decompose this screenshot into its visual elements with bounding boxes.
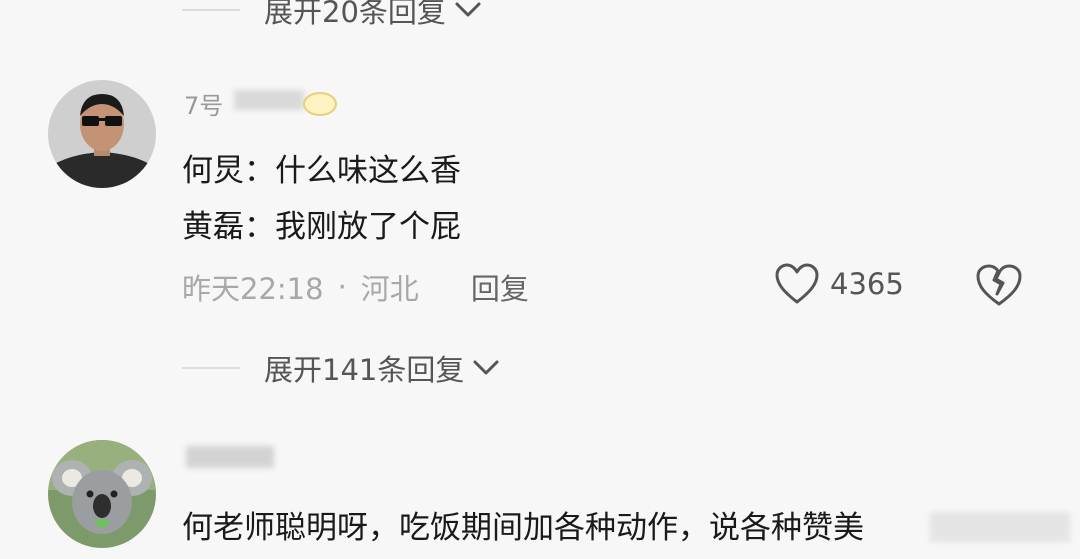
- like-button[interactable]: 4365: [774, 262, 904, 306]
- username-redaction: [234, 90, 304, 110]
- chevron-down-icon: [473, 360, 499, 375]
- comment-text: 何老师聪明呀，吃饭期间加各种动作，说各种赞美: [182, 510, 864, 546]
- meta-separator: ·: [337, 270, 347, 304]
- expand-replies-label: 展开20条回复: [264, 0, 446, 29]
- expand-replies-label: 展开141条回复: [264, 353, 465, 387]
- username-redaction: [186, 446, 274, 468]
- expand-replies-top[interactable]: 展开20条回复: [182, 0, 482, 30]
- divider: [182, 367, 240, 369]
- broken-heart-icon[interactable]: [974, 262, 1024, 308]
- comment-time: 昨天22:18: [182, 272, 324, 306]
- divider: [182, 9, 240, 11]
- avatar[interactable]: [48, 80, 156, 188]
- expand-replies[interactable]: 展开141条回复: [182, 348, 500, 388]
- chevron-down-icon: [455, 2, 481, 17]
- heart-outline-icon: [775, 263, 819, 304]
- avatar[interactable]: [48, 440, 156, 548]
- comment-line-1: 何炅：什么味这么香: [182, 153, 461, 189]
- username[interactable]: 7号: [184, 86, 223, 121]
- comment-location: 河北: [360, 272, 419, 306]
- comment-line-2: 黄磊：我刚放了个屁: [182, 209, 461, 245]
- badge-icon: [303, 92, 337, 116]
- like-count: 4365: [830, 267, 904, 301]
- reply-button[interactable]: 回复: [471, 266, 529, 308]
- watermark: [930, 512, 1070, 542]
- comment-meta: 昨天22:18 · 河北 回复: [182, 266, 529, 308]
